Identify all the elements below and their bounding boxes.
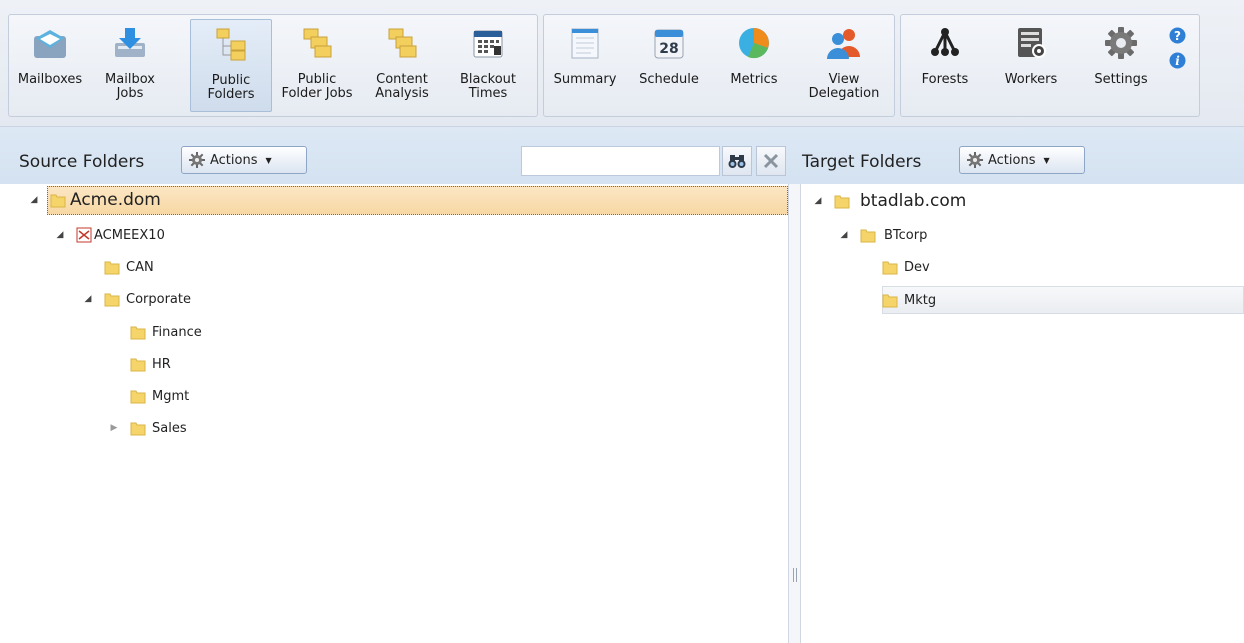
download-tray-icon: [110, 23, 150, 63]
ribbon-group-reports: Summary 28 Schedule Metrics View Delegat…: [543, 14, 895, 117]
source-tree-pane: [0, 184, 789, 643]
server-gear-icon: [1011, 23, 1051, 63]
hover-node-highlight: [882, 286, 1244, 314]
expanded-arrow-icon[interactable]: ◢: [54, 230, 66, 240]
tree-node-label: Mgmt: [152, 388, 190, 404]
folder-icon: [130, 390, 146, 404]
tree-node-label: HR: [152, 356, 171, 372]
tree-node-label: CAN: [126, 259, 154, 275]
tree-node-folder-finance[interactable]: Finance: [108, 320, 202, 344]
blackout-times-button[interactable]: Blackout Times: [449, 15, 527, 116]
tree-node-label: Acme.dom: [70, 190, 161, 210]
tree-node-label: btadlab.com: [860, 191, 967, 211]
calendar-day-icon: 28: [649, 23, 689, 63]
content-analysis-button[interactable]: Content Analysis: [363, 15, 441, 116]
folder-icon: [130, 358, 146, 372]
clear-search-button[interactable]: [756, 146, 786, 176]
expanded-arrow-icon[interactable]: ◢: [28, 195, 40, 205]
collapsed-arrow-icon[interactable]: ▶: [108, 423, 120, 433]
tree-node-folder-corporate[interactable]: ◢ Corporate: [82, 287, 191, 311]
target-actions-button[interactable]: Actions ▼: [959, 146, 1085, 174]
exchange-server-icon: [76, 227, 92, 243]
expanded-arrow-icon[interactable]: ◢: [812, 196, 824, 206]
target-tree-pane: [800, 184, 1244, 643]
schedule-button[interactable]: 28 Schedule: [628, 15, 710, 116]
folder-icon: [882, 261, 898, 275]
tree-node-target-folder-mktg[interactable]: Mktg: [866, 288, 936, 312]
folder-icon: [882, 294, 898, 308]
calendar-grid-icon: [468, 23, 508, 63]
tree-node-label: Finance: [152, 324, 202, 340]
tree-node-folder-mgmt[interactable]: Mgmt: [108, 384, 189, 408]
mailbox-jobs-button[interactable]: Mailbox Jobs: [93, 15, 167, 116]
summary-button[interactable]: Summary: [548, 15, 622, 116]
expanded-arrow-icon[interactable]: ◢: [82, 294, 94, 304]
expanded-arrow-icon[interactable]: ◢: [838, 230, 850, 240]
summary-document-icon: [565, 23, 605, 63]
tree-node-folder-sales[interactable]: ▶ Sales: [108, 416, 187, 440]
folder-icon: [50, 194, 66, 208]
view-delegation-button[interactable]: View Delegation: [800, 15, 888, 116]
gear-icon: [189, 152, 205, 168]
help-icon[interactable]: ?: [1169, 27, 1186, 47]
binoculars-icon: [728, 155, 746, 168]
ribbon-group-migration: Mailboxes Mailbox Jobs Public Folders Pu…: [8, 14, 538, 117]
tree-node-target-root[interactable]: ◢ btadlab.com: [812, 189, 967, 213]
folder-icon: [860, 229, 876, 243]
ribbon-group-admin: Forests Workers Settings ? i: [900, 14, 1200, 117]
svg-text:?: ?: [1174, 29, 1181, 43]
chevron-down-icon: ▼: [1043, 155, 1050, 165]
folder-icon: [130, 422, 146, 436]
public-folders-button[interactable]: Public Folders: [190, 19, 272, 112]
chevron-down-icon: ▼: [265, 155, 272, 165]
pie-chart-icon: [734, 23, 774, 63]
pane-splitter[interactable]: [789, 184, 800, 643]
workers-button[interactable]: Workers: [991, 15, 1071, 116]
metrics-button[interactable]: Metrics: [716, 15, 792, 116]
target-actions-label: Actions: [988, 152, 1036, 168]
folder-icon: [104, 261, 120, 275]
gear-icon: [1101, 23, 1141, 63]
settings-button[interactable]: Settings: [1081, 15, 1161, 116]
svg-text:i: i: [1175, 54, 1180, 68]
tree-node-root[interactable]: ◢ Acme.dom: [28, 188, 161, 212]
info-icon[interactable]: i: [1169, 52, 1186, 72]
forest-tree-icon: [925, 23, 965, 63]
public-folder-jobs-button[interactable]: Public Folder Jobs: [275, 15, 359, 116]
tree-node-label: Corporate: [126, 291, 191, 307]
users-delegation-icon: [824, 23, 864, 63]
tree-node-label: Dev: [904, 259, 930, 275]
folder-icon: [104, 293, 120, 307]
tree-node-label: Mktg: [904, 292, 937, 308]
mailbox-envelope-icon: [30, 23, 70, 63]
tree-node-folder-can[interactable]: CAN: [82, 255, 154, 279]
folder-analysis-icon: [382, 23, 422, 63]
tree-node-label: BTcorp: [884, 227, 928, 243]
tree-node-target-org[interactable]: ◢ BTcorp: [838, 223, 927, 247]
source-actions-button[interactable]: Actions ▼: [181, 146, 307, 174]
tree-node-label: Sales: [152, 420, 187, 436]
mailboxes-button[interactable]: Mailboxes: [13, 15, 87, 116]
target-folders-title: Target Folders: [802, 152, 922, 172]
folder-icon: [834, 195, 850, 209]
source-search-input[interactable]: [521, 146, 720, 176]
tree-node-folder-hr[interactable]: HR: [108, 352, 171, 376]
schedule-day-label: 28: [659, 41, 678, 57]
gear-icon: [967, 152, 983, 168]
ribbon-toolbar: Mailboxes Mailbox Jobs Public Folders Pu…: [0, 0, 1244, 127]
forests-button[interactable]: Forests: [905, 15, 985, 116]
find-button[interactable]: [722, 146, 752, 176]
tree-node-target-folder-dev[interactable]: Dev: [866, 255, 930, 279]
tree-node-label: ACMEEX10: [94, 227, 165, 243]
folder-tree-icon: [211, 24, 251, 64]
source-actions-label: Actions: [210, 152, 258, 168]
tree-node-server[interactable]: ◢ ACMEEX10: [54, 223, 165, 247]
close-icon: [763, 153, 779, 169]
folder-stack-icon: [297, 23, 337, 63]
splitter-grip-icon: [793, 568, 797, 582]
folder-icon: [130, 326, 146, 340]
source-folders-title: Source Folders: [19, 152, 145, 172]
